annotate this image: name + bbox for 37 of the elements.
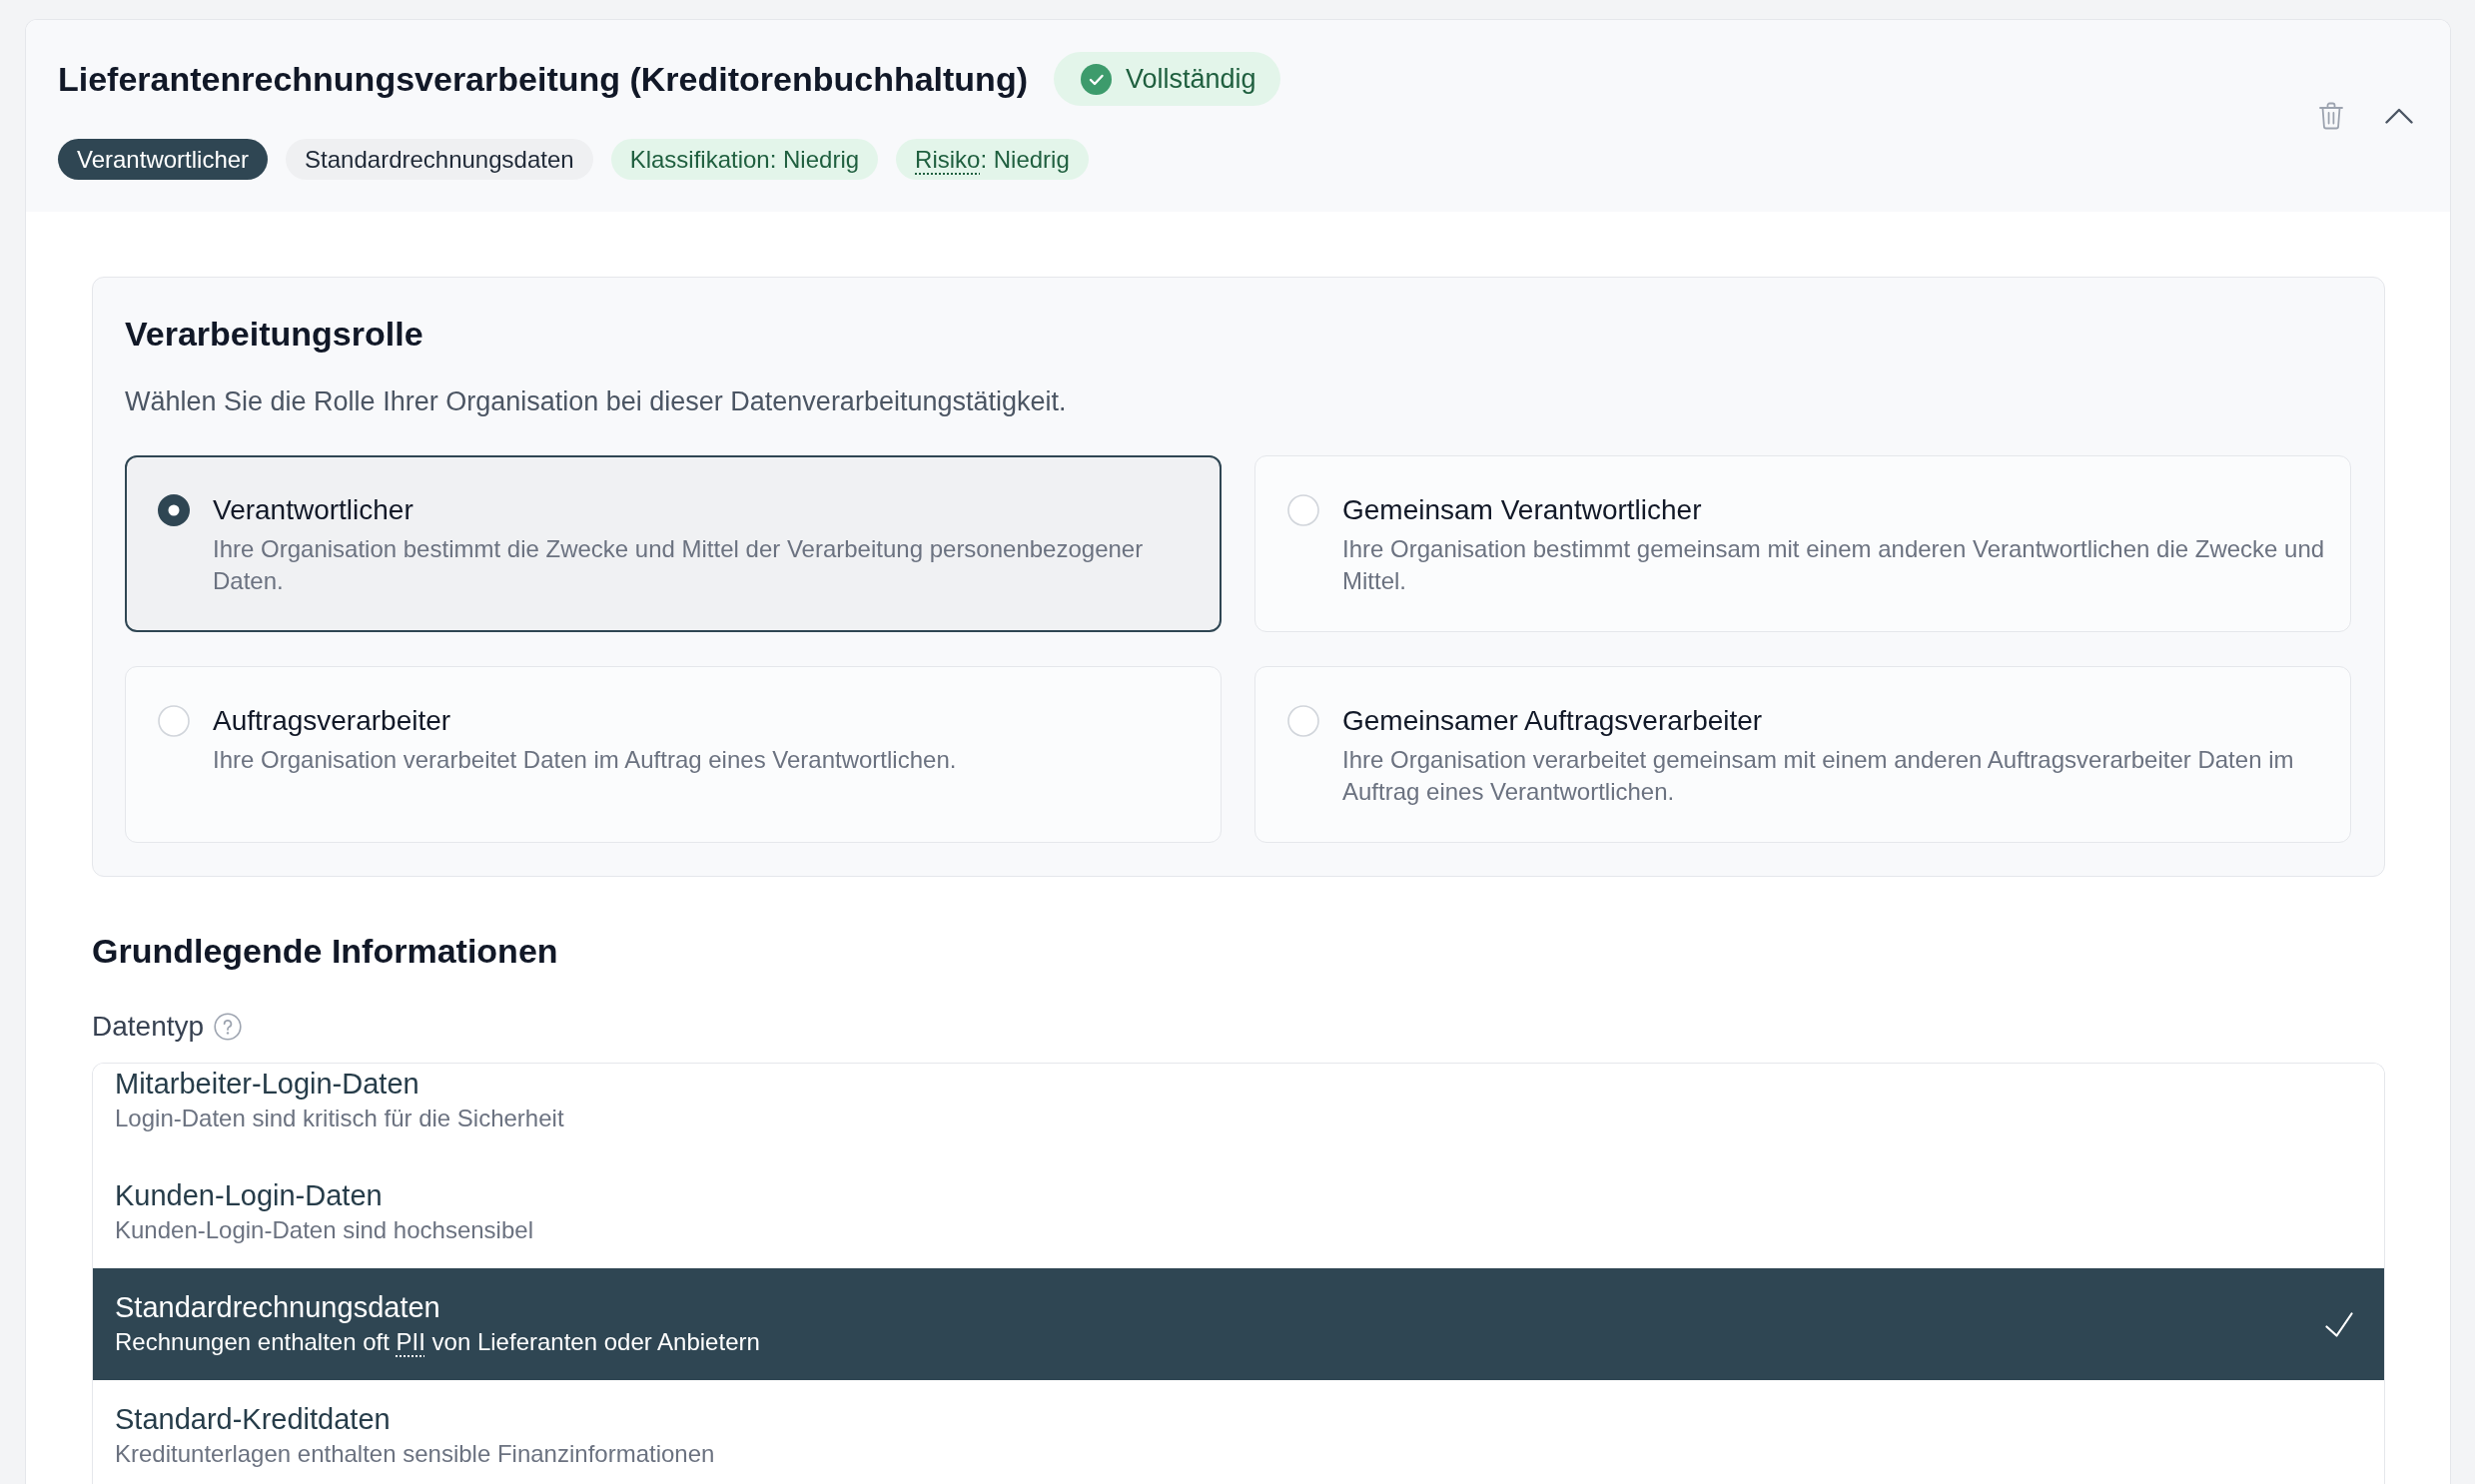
role-description: Ihre Organisation verarbeitet gemeinsam mit einem anderen Auftragsverarbeiter Daten im Auftrag eines Verantwortlichen.	[1342, 745, 2295, 807]
role-option[interactable]: Gemeinsam Verantwortlicher Ihre Organisation bestimmt gemeinsam mit einem anderen Verantwortlichen die Zwecke und Mittel.	[1254, 455, 2351, 632]
section-description: Wählen Sie die Rolle Ihrer Organisation bei dieser Datenverarbeitungstätigkeit.	[125, 385, 1068, 418]
role-title: Auftragsverarbeiter	[213, 704, 452, 738]
option-description: Kreditunterlagen enthalten sensible Finanzinformationen	[115, 1439, 716, 1469]
role-option[interactable]: Verantwortlicher Ihre Organisation bestimmt die Zwecke und Mittel der Verarbeitung personenbezogener Daten.	[125, 455, 1222, 632]
option-description: Kunden-Login-Daten sind hochsensibel	[115, 1215, 534, 1245]
data-type-tag: Standardrechnungsdaten	[286, 139, 593, 180]
option-title: Mitarbeiter-Login-Daten	[115, 1067, 420, 1102]
option-title: Kunden-Login-Daten	[115, 1178, 384, 1213]
risk-tag: Risiko: Niedrig	[896, 139, 1089, 180]
radio-button[interactable]	[158, 494, 190, 526]
activity-title: Lieferantenrechnungsverarbeitung (Kreditorenbuchhaltung)	[58, 59, 1028, 99]
status-label: Vollständig	[1126, 63, 1256, 95]
role-option[interactable]: Auftragsverarbeiter Ihre Organisation verarbeitet Daten im Auftrag eines Verantwortlichen.	[125, 666, 1222, 843]
data-type-list[interactable]	[92, 1063, 2385, 1484]
role-title: Gemeinsamer Auftragsverarbeiter	[1342, 704, 1764, 738]
role-tag: Verantwortlicher	[58, 139, 269, 180]
role-description: Ihre Organisation bestimmt gemeinsam mit einem anderen Verantwortlichen die Zwecke und Mittel.	[1342, 534, 2326, 596]
option-description: Rechnungen enthalten oft PII von Lieferanten oder Anbietern	[115, 1327, 761, 1357]
role-description: Ihre Organisation bestimmt die Zwecke und Mittel der Verarbeitung personenbezogener Daten.	[213, 534, 1145, 596]
section-title: Grundlegende Informationen	[92, 931, 559, 971]
role-title: Gemeinsam Verantwortlicher	[1342, 493, 1703, 527]
trash-icon	[2319, 102, 2343, 130]
check-icon	[2325, 1311, 2353, 1337]
role-title: Verantwortlicher	[213, 493, 414, 527]
section-title: Verarbeitungsrolle	[125, 314, 424, 354]
option-title: Standardrechnungsdaten	[115, 1290, 441, 1325]
option-title: Standard-Kreditdaten	[115, 1402, 392, 1437]
field-label: Datentyp	[92, 1011, 205, 1043]
role-description: Ihre Organisation verarbeitet Daten im Auftrag eines Verantwortlichen.	[213, 745, 958, 775]
role-option[interactable]: Gemeinsamer Auftragsverarbeiter Ihre Organisation verarbeitet gemeinsam mit einem anderen Auftragsverarbeiter Daten im Auftrag eines Verantwortlichen.	[1254, 666, 2351, 843]
option-description: Login-Daten sind kritisch für die Sicherheit	[115, 1104, 565, 1133]
check-circle-icon	[1081, 63, 1112, 95]
help-icon[interactable]	[214, 1013, 243, 1041]
classification-tag: Klassifikation: Niedrig	[610, 139, 879, 180]
list-option[interactable]: Standardrechnungsdaten Rechnungen enthalten oft PII von Lieferanten oder Anbietern	[93, 1268, 2384, 1380]
